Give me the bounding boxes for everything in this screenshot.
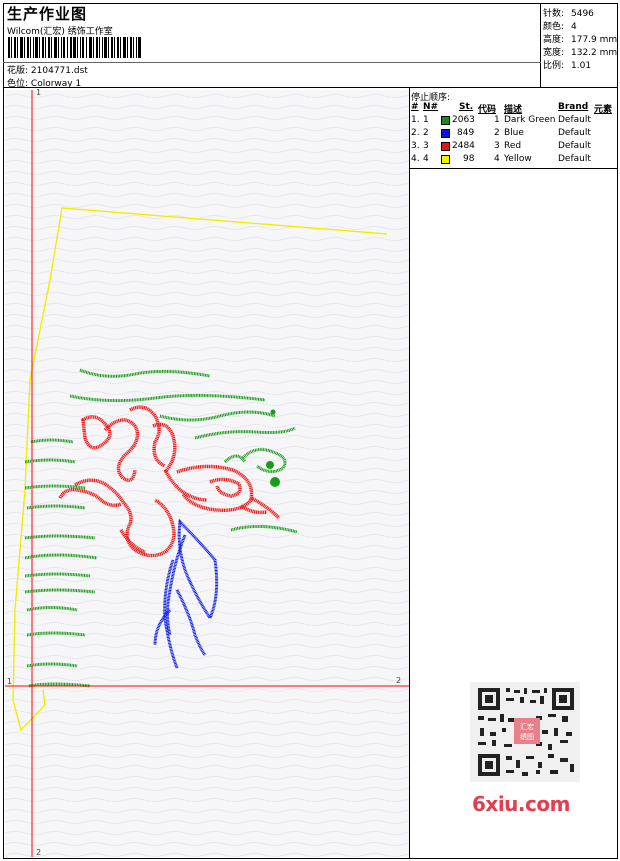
stat-colors: 颜色: 4 (543, 22, 577, 32)
col-element: 元素 (594, 105, 613, 115)
stat-height: 高度: 177.9 mm (543, 35, 618, 45)
embroidery-design (5, 90, 409, 857)
header-divider (3, 87, 618, 88)
col-stitches: St. (459, 102, 474, 112)
y-axis-end-label: 2 (36, 848, 42, 857)
stop-row[interactable]: 1. 1 2063 1 Dark Green Default (410, 115, 618, 128)
y-axis-start-label: 1 (36, 88, 42, 97)
design-label: 花版: (7, 66, 29, 76)
company-name: Wilcom(汇宏) 绣饰工作室 (7, 27, 113, 37)
site-watermark: 6xiu.com (472, 792, 570, 816)
x-axis-end-label: 2 (396, 676, 402, 685)
panel-divider (409, 87, 410, 859)
stop-row[interactable]: 2. 2 849 2 Blue Default (410, 128, 618, 141)
barcode (8, 37, 141, 58)
color-swatch (441, 116, 450, 125)
stats-divider (540, 3, 541, 88)
stamp-text-2: 绣图 (520, 732, 534, 741)
green-leaves (24, 368, 298, 688)
stamp-text-1: 汇宏 (520, 722, 534, 731)
colorway-label: 色位: (7, 79, 29, 89)
x-axis-start-label: 1 (7, 677, 13, 686)
yellow-outline (12, 207, 388, 732)
design-value: 2104771.dst (30, 66, 88, 76)
stat-scale: 比例: 1.01 (543, 61, 592, 71)
stop-row[interactable]: 4. 4 98 4 Yellow Default (410, 154, 618, 167)
page-title: 生产作业图 (7, 5, 88, 23)
colorway-info: 色位: Colorway 1 (7, 76, 81, 89)
design-info: 花版: 2104771.dst (7, 63, 88, 76)
color-swatch (441, 142, 450, 151)
col-desc: 描述 (504, 105, 523, 115)
red-flower (58, 405, 281, 558)
stat-width: 宽度: 132.2 mm (543, 48, 618, 58)
stop-row[interactable]: 3. 3 2484 3 Red Default (410, 141, 618, 154)
color-swatch (441, 129, 450, 138)
col-n: N# (423, 102, 439, 112)
stop-table-divider (409, 168, 618, 169)
col-code: 代码 (478, 105, 497, 115)
col-brand: Brand (558, 102, 589, 112)
qr-code-icon: 汇宏 绣图 (470, 682, 580, 782)
color-swatch (441, 155, 450, 164)
stat-stitches: 针数: 5496 (543, 9, 594, 19)
design-canvas[interactable]: 1 2 1 2 (5, 88, 409, 857)
blue-leaves (153, 518, 219, 669)
col-index: # (411, 102, 419, 112)
